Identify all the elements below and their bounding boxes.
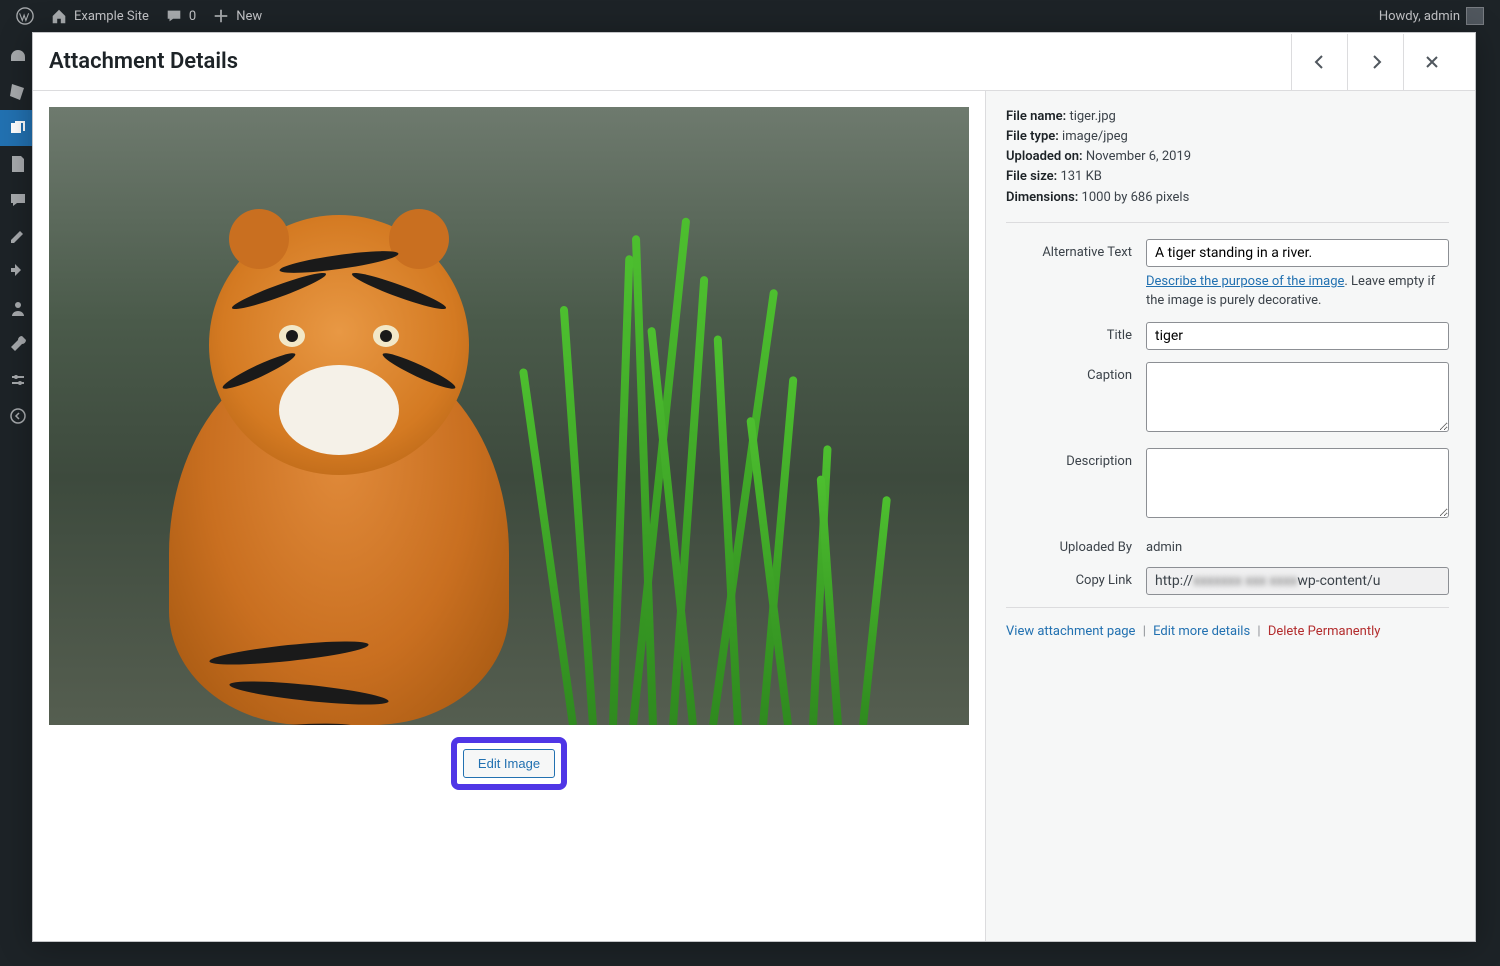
attachment-actions: View attachment page | Edit more details… bbox=[1006, 624, 1449, 639]
dimensions-label: Dimensions: bbox=[1006, 190, 1078, 205]
modal-title: Attachment Details bbox=[49, 49, 1291, 74]
prev-attachment-button[interactable] bbox=[1291, 34, 1347, 90]
alt-text-help: Describe the purpose of the image. Leave… bbox=[1146, 273, 1449, 311]
file-size-value: 131 KB bbox=[1060, 169, 1101, 184]
uploaded-on-label: Uploaded on: bbox=[1006, 149, 1083, 164]
edit-more-link[interactable]: Edit more details bbox=[1153, 624, 1250, 639]
alt-text-input[interactable] bbox=[1146, 239, 1449, 267]
file-name-value: tiger.jpg bbox=[1069, 109, 1115, 124]
attachment-details-modal: Attachment Details bbox=[32, 32, 1476, 942]
attachment-image-preview bbox=[49, 107, 969, 725]
admin-bar: Example Site 0 New Howdy, admin bbox=[0, 0, 1500, 32]
new-content-link[interactable]: New bbox=[204, 7, 270, 25]
avatar bbox=[1466, 7, 1484, 25]
uploaded-on-value: November 6, 2019 bbox=[1086, 149, 1191, 164]
next-attachment-button[interactable] bbox=[1347, 34, 1403, 90]
new-label: New bbox=[236, 9, 262, 24]
menu-appearance[interactable] bbox=[0, 218, 36, 254]
close-icon bbox=[1422, 52, 1442, 72]
title-label: Title bbox=[1006, 322, 1146, 350]
description-label: Description bbox=[1006, 448, 1146, 522]
file-type-label: File type: bbox=[1006, 129, 1059, 144]
admin-side-menu bbox=[0, 32, 36, 966]
title-input[interactable] bbox=[1146, 322, 1449, 350]
howdy-link[interactable]: Howdy, admin bbox=[1371, 7, 1492, 25]
attachment-info-column: File name: tiger.jpg File type: image/jp… bbox=[985, 91, 1475, 941]
chevron-left-icon bbox=[1310, 52, 1330, 72]
edit-image-highlight: Edit Image bbox=[451, 737, 567, 790]
howdy-text: Howdy, admin bbox=[1379, 9, 1460, 24]
menu-dashboard[interactable] bbox=[0, 38, 36, 74]
description-input[interactable] bbox=[1146, 448, 1449, 518]
copy-link-suffix: wp-content/u bbox=[1297, 573, 1380, 589]
menu-plugins[interactable] bbox=[0, 254, 36, 290]
attachment-meta: File name: tiger.jpg File type: image/jp… bbox=[1006, 107, 1449, 208]
close-modal-button[interactable] bbox=[1403, 34, 1459, 90]
uploaded-by-value: admin bbox=[1146, 534, 1449, 555]
alt-text-label: Alternative Text bbox=[1006, 239, 1146, 311]
wordpress-icon bbox=[16, 7, 34, 25]
comments-count: 0 bbox=[189, 9, 196, 24]
menu-pages[interactable] bbox=[0, 146, 36, 182]
menu-posts[interactable] bbox=[0, 74, 36, 110]
wp-logo[interactable] bbox=[8, 7, 42, 25]
file-type-value: image/jpeg bbox=[1062, 129, 1128, 144]
site-name-text: Example Site bbox=[74, 9, 149, 24]
comment-icon bbox=[165, 7, 183, 25]
menu-comments[interactable] bbox=[0, 182, 36, 218]
copy-link-label: Copy Link bbox=[1006, 567, 1146, 595]
menu-settings[interactable] bbox=[0, 362, 36, 398]
copy-link-prefix: http:// bbox=[1155, 573, 1193, 589]
caption-input[interactable] bbox=[1146, 362, 1449, 432]
media-preview-column: Edit Image bbox=[33, 91, 985, 941]
home-icon bbox=[50, 7, 68, 25]
copy-link-field[interactable]: http://xxxxxxx xxx xxxxwp-content/u bbox=[1146, 567, 1449, 595]
comments-link[interactable]: 0 bbox=[157, 7, 204, 25]
file-name-label: File name: bbox=[1006, 109, 1066, 124]
uploaded-by-label: Uploaded By bbox=[1006, 534, 1146, 555]
alt-text-help-link[interactable]: Describe the purpose of the image bbox=[1146, 274, 1344, 289]
menu-collapse[interactable] bbox=[0, 398, 36, 434]
copy-link-redacted: xxxxxxx xxx xxxx bbox=[1193, 573, 1297, 589]
menu-tools[interactable] bbox=[0, 326, 36, 362]
edit-image-button[interactable]: Edit Image bbox=[463, 749, 555, 778]
modal-header: Attachment Details bbox=[33, 33, 1475, 91]
menu-media[interactable] bbox=[0, 110, 36, 146]
menu-users[interactable] bbox=[0, 290, 36, 326]
caption-label: Caption bbox=[1006, 362, 1146, 436]
file-size-label: File size: bbox=[1006, 169, 1057, 184]
chevron-right-icon bbox=[1366, 52, 1386, 72]
view-attachment-link[interactable]: View attachment page bbox=[1006, 624, 1135, 639]
dimensions-value: 1000 by 686 pixels bbox=[1082, 190, 1190, 205]
plus-icon bbox=[212, 7, 230, 25]
site-name-link[interactable]: Example Site bbox=[42, 7, 157, 25]
delete-permanently-link[interactable]: Delete Permanently bbox=[1268, 624, 1381, 639]
